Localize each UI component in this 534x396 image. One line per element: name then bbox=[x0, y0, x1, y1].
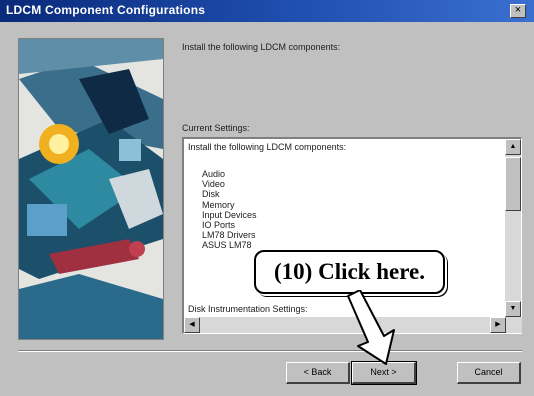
list-item: IO Ports bbox=[202, 220, 236, 231]
triangle-down-icon: ▼ bbox=[509, 305, 517, 312]
list-item: ASUS LM78 bbox=[202, 240, 252, 251]
list-item: Disk bbox=[202, 189, 220, 200]
current-settings-label: Current Settings: bbox=[182, 123, 250, 133]
settings-header-text: Install the following LDCM components: bbox=[188, 142, 347, 152]
button-divider bbox=[18, 350, 522, 352]
pointer-arrow-icon bbox=[347, 290, 395, 365]
component-list: Audio Video Disk Memory Input Devices IO… bbox=[202, 169, 257, 251]
intro-text: Install the following LDCM components: bbox=[182, 42, 341, 52]
scroll-right-button[interactable]: ▶ bbox=[490, 317, 506, 333]
vertical-scroll-thumb[interactable] bbox=[505, 157, 521, 211]
scroll-down-button[interactable]: ▼ bbox=[505, 301, 521, 317]
scroll-left-button[interactable]: ◀ bbox=[184, 317, 200, 333]
list-item: Memory bbox=[202, 199, 235, 210]
title-bar: LDCM Component Configurations × bbox=[0, 0, 534, 22]
scroll-up-button[interactable]: ▲ bbox=[505, 139, 521, 155]
window-title: LDCM Component Configurations bbox=[6, 3, 206, 17]
triangle-up-icon: ▲ bbox=[509, 143, 517, 150]
wizard-banner-image bbox=[18, 38, 164, 340]
cancel-button[interactable]: Cancel bbox=[457, 362, 521, 384]
banner-artwork bbox=[19, 39, 163, 339]
list-item: Audio bbox=[202, 169, 226, 179]
list-item: Video bbox=[202, 179, 225, 190]
close-icon: × bbox=[514, 4, 522, 16]
triangle-right-icon: ▶ bbox=[495, 321, 501, 328]
vertical-scrollbar[interactable]: ▲ ▼ bbox=[505, 139, 521, 317]
close-button[interactable]: × bbox=[510, 4, 526, 18]
instruction-callout: (10) Click here. bbox=[254, 250, 445, 294]
list-item: Input Devices bbox=[202, 209, 257, 220]
list-item: LM78 Drivers bbox=[202, 230, 256, 241]
triangle-left-icon: ◀ bbox=[189, 321, 195, 328]
disk-settings-label: Disk Instrumentation Settings: bbox=[188, 304, 308, 314]
